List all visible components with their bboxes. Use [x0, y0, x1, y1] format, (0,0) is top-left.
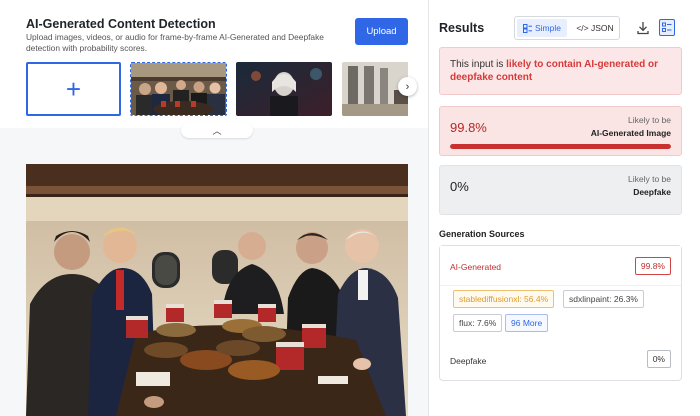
- tab-simple[interactable]: Simple: [517, 19, 567, 37]
- dinner-thumbnail-image: [131, 63, 226, 115]
- tab-json[interactable]: </> JSON: [571, 19, 619, 37]
- chevron-up-icon: ︿: [212, 125, 222, 136]
- results-panel: Results Simple </> JSON This input is li…: [429, 0, 700, 416]
- ai-generated-badge: 99.8%: [634, 257, 671, 275]
- source-tag: stablediffusionxl: 56.4%: [453, 290, 555, 308]
- ai-score-value: 99.8%: [450, 120, 487, 135]
- ai-score-bar: [450, 144, 671, 149]
- tab-simple-label: Simple: [535, 23, 561, 33]
- generation-sources-box: AI-Generated 99.8% stablediffusionxl: 56…: [439, 245, 682, 381]
- thumbnail-portrait[interactable]: [236, 62, 332, 116]
- more-sources-button[interactable]: 96 More: [505, 314, 549, 332]
- ai-generated-label: AI-Generated: [450, 262, 502, 272]
- results-title: Results: [439, 21, 485, 35]
- ai-score-bar-fill: [450, 144, 671, 149]
- add-media-button[interactable]: +: [26, 62, 121, 116]
- preview-image: [26, 164, 408, 416]
- generation-sources-title: Generation Sources: [439, 229, 525, 239]
- ai-score-caption: Likely to be: [628, 115, 671, 125]
- ai-generated-row: AI-Generated 99.8%: [440, 246, 681, 286]
- deepfake-row-badge: 0%: [646, 350, 671, 368]
- view-toggle: Simple </> JSON: [514, 16, 620, 40]
- thumbnail-strip: +: [26, 62, 408, 116]
- deepfake-score-card: 0% Likely to be Deepfake: [439, 165, 682, 215]
- deepfake-score-label: Deepfake: [633, 187, 671, 197]
- chevron-right-icon: ›: [405, 80, 410, 93]
- source-tag: flux: 7.6%: [453, 314, 503, 332]
- deepfake-score-caption: Likely to be: [628, 174, 671, 184]
- page-description: Upload images, videos, or audio for fram…: [26, 32, 324, 53]
- ai-generated-score-card: 99.8% Likely to be AI-Generated Image: [439, 106, 682, 156]
- page-title: AI-Generated Content Detection: [26, 17, 216, 31]
- deepfake-row-label: Deepfake: [450, 356, 487, 366]
- thumbnail-selected[interactable]: [130, 62, 227, 116]
- simple-view-icon: [523, 23, 532, 33]
- tab-json-label: </> JSON: [576, 23, 614, 33]
- portrait-thumbnail-image: [236, 62, 332, 116]
- next-thumbnails-button[interactable]: ›: [398, 77, 417, 96]
- source-tag: sdxlinpaint: 26.3%: [563, 290, 644, 308]
- panel-view-icon[interactable]: [659, 19, 675, 36]
- input-panel: AI-Generated Content Detection Upload im…: [0, 0, 428, 416]
- verdict-banner: This input is likely to contain AI-gener…: [439, 47, 682, 95]
- input-header: AI-Generated Content Detection Upload im…: [0, 0, 428, 128]
- plus-icon: +: [65, 73, 82, 104]
- verdict-prefix: This input is: [450, 59, 507, 70]
- ai-score-label: AI-Generated Image: [590, 128, 671, 138]
- collapse-thumbnails-button[interactable]: ︿: [181, 122, 253, 138]
- deepfake-score-value: 0%: [450, 179, 469, 194]
- upload-button[interactable]: Upload: [355, 18, 408, 45]
- app-page: AI-Generated Content Detection Upload im…: [0, 0, 700, 416]
- download-icon[interactable]: [635, 20, 651, 36]
- media-preview: [26, 164, 408, 416]
